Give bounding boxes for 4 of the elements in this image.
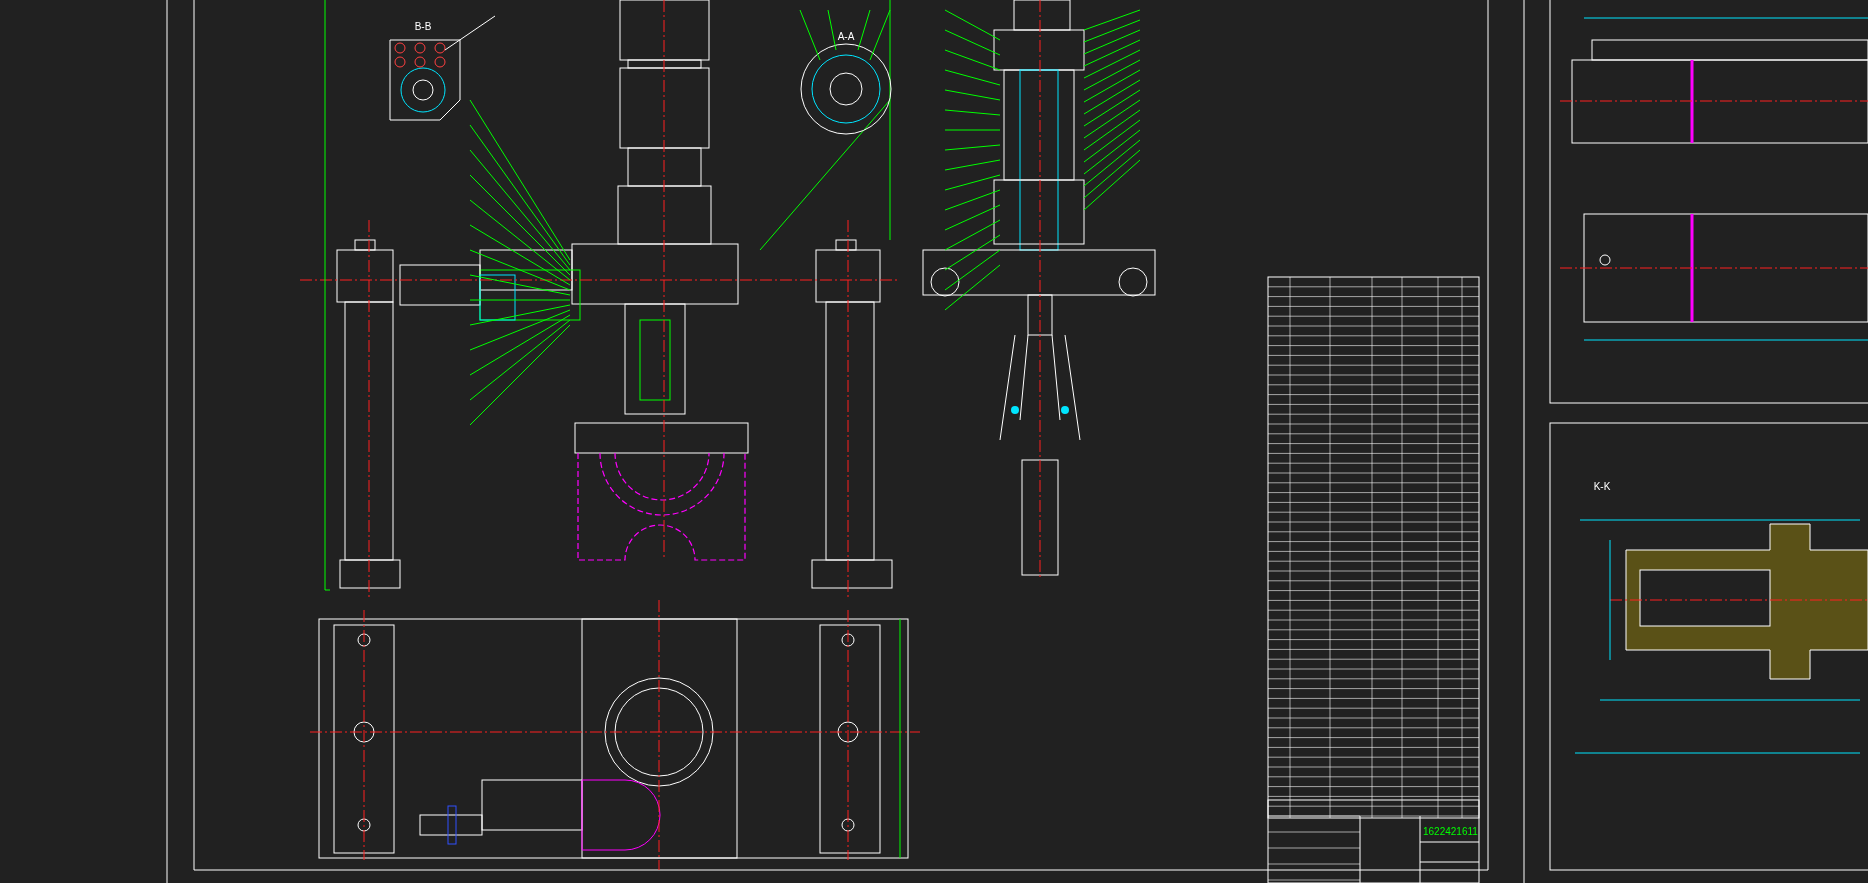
section-label: K-K: [1593, 481, 1611, 492]
section-label: B-B: [414, 21, 432, 32]
section-label: A-A: [837, 31, 855, 42]
drawing-number: 1622421611: [1423, 826, 1478, 837]
